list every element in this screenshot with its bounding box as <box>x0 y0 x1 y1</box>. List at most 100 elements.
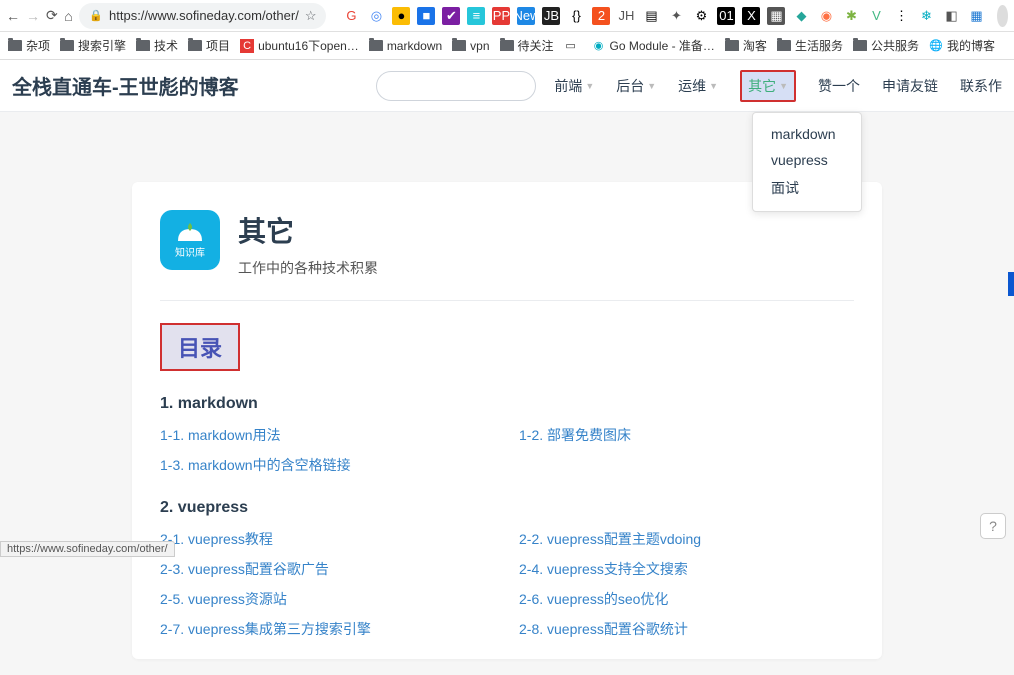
bookmark-item[interactable]: 项目 <box>188 37 230 54</box>
site-icon: C <box>240 39 254 53</box>
folder-icon <box>369 40 383 51</box>
toc-link[interactable]: 2-3. vuepress配置谷歌广告 <box>160 559 495 579</box>
extension-icon[interactable]: ◧ <box>942 7 960 25</box>
bookmark-item[interactable]: vpn <box>452 39 489 53</box>
extension-icon[interactable]: X <box>742 7 760 25</box>
extension-icon[interactable]: ◉ <box>817 7 835 25</box>
help-button[interactable]: ? <box>980 513 1006 539</box>
toc-sections: 1. markdown 1-1. markdown用法 1-2. 部署免费图床 1-3… <box>160 395 854 639</box>
toc-link[interactable]: 2-1. vuepress教程 <box>160 529 495 549</box>
extension-icon[interactable]: ◆ <box>792 7 810 25</box>
nav-link[interactable]: 赞一个 <box>818 62 860 110</box>
extension-icon[interactable]: ▦ <box>967 7 985 25</box>
chevron-down-icon: ▼ <box>585 81 594 91</box>
bookmark-item[interactable]: 搜索引擎 <box>60 37 126 54</box>
toc-link[interactable]: 2-5. vuepress资源站 <box>160 589 495 609</box>
bookmark-label: 技术 <box>154 37 178 54</box>
doc-icon: ▭ <box>564 39 578 53</box>
bookmark-item[interactable]: 公共服务 <box>853 37 919 54</box>
toc-link[interactable]: 2-6. vuepress的seo优化 <box>519 589 854 609</box>
extension-icon[interactable]: {} <box>567 7 585 25</box>
reload-button[interactable]: ⟳ <box>46 6 58 26</box>
bookmark-item[interactable]: 技术 <box>136 37 178 54</box>
nav-dropdown: markdownvuepress面试 <box>752 112 862 212</box>
bookmark-label: 待关注 <box>518 37 554 54</box>
extension-icon[interactable]: 01 <box>717 7 735 25</box>
nav-link[interactable]: 其它▼ <box>740 70 796 102</box>
toc-link[interactable]: 1-1. markdown用法 <box>160 425 495 445</box>
folder-icon <box>188 40 202 51</box>
bookmark-label: markdown <box>387 39 442 53</box>
link-grid: 1-1. markdown用法 1-2. 部署免费图床 1-3. markdown中… <box>160 425 854 475</box>
bookmark-label: 搜索引擎 <box>78 37 126 54</box>
extension-icon[interactable]: ≡ <box>467 7 485 25</box>
bookmark-item[interactable]: markdown <box>369 39 442 53</box>
bookmarks-bar: 杂项 搜索引擎 技术 项目 Cubuntu16下open… markdown vpn 待关注 ▭… <box>0 32 1014 60</box>
home-button[interactable]: ⌂ <box>64 6 74 26</box>
extension-icon[interactable]: ◎ <box>367 7 385 25</box>
bookmark-item[interactable]: 淘客 <box>725 37 767 54</box>
bookmark-label: 项目 <box>206 37 230 54</box>
nav-link[interactable]: 运维▼ <box>678 62 718 110</box>
bookmark-item[interactable]: 待关注 <box>500 37 554 54</box>
bookmark-item[interactable]: Cubuntu16下open… <box>240 37 359 54</box>
extension-icon[interactable]: ❄ <box>917 7 935 25</box>
nav-link[interactable]: 前端▼ <box>554 62 594 110</box>
extension-icon[interactable]: ✦ <box>667 7 685 25</box>
extension-icon[interactable]: New <box>517 7 535 25</box>
site-title[interactable]: 全栈直通车-王世彪的博客 <box>12 71 239 100</box>
nav-link-label: 其它 <box>748 76 776 96</box>
extension-icon[interactable]: ✔ <box>442 7 460 25</box>
bookmark-star-icon[interactable]: ☆ <box>305 8 317 24</box>
nav-link[interactable]: 申请友链 <box>882 62 938 110</box>
forward-button[interactable]: → <box>26 6 40 26</box>
folder-icon <box>500 40 514 51</box>
bookmark-label: 杂项 <box>26 37 50 54</box>
extension-icon[interactable]: ✱ <box>842 7 860 25</box>
extension-icon[interactable]: ■ <box>417 7 435 25</box>
chevron-down-icon: ▼ <box>779 81 788 91</box>
search-input[interactable] <box>376 71 536 101</box>
extension-icon[interactable]: JH <box>617 7 635 25</box>
extension-icon[interactable]: JB <box>542 7 560 25</box>
extension-icon[interactable]: ⚙ <box>692 7 710 25</box>
lock-icon: 🔒 <box>89 9 103 22</box>
toc-link[interactable]: 1-3. markdown中的含空格链接 <box>160 455 495 475</box>
extension-icon[interactable]: 2 <box>592 7 610 25</box>
dropdown-item[interactable]: vuepress <box>753 147 861 173</box>
category-icon: 知识库 <box>160 210 220 270</box>
bookmark-item[interactable]: 🌐我的博客 <box>929 37 995 54</box>
site-nav: 全栈直通车-王世彪的博客 前端▼后台▼运维▼其它▼赞一个申请友链联系作 mark… <box>0 60 1014 112</box>
toc-link[interactable]: 2-4. vuepress支持全文搜索 <box>519 559 854 579</box>
address-bar[interactable]: 🔒 https://www.sofineday.com/other/ ☆ <box>79 3 326 29</box>
site-icon: ◉ <box>592 39 606 53</box>
folder-icon <box>8 40 22 51</box>
extension-icon[interactable]: ▦ <box>767 7 785 25</box>
toc-link[interactable]: 2-8. vuepress配置谷歌统计 <box>519 619 854 639</box>
dropdown-item[interactable]: 面试 <box>753 173 861 203</box>
dropdown-item[interactable]: markdown <box>753 121 861 147</box>
profile-avatar[interactable] <box>997 5 1008 27</box>
bookmark-item[interactable]: 生活服务 <box>777 37 843 54</box>
bookmark-item[interactable]: ▭ <box>564 39 582 53</box>
nav-link[interactable]: 联系作 <box>960 62 1002 110</box>
chevron-down-icon: ▼ <box>647 81 656 91</box>
bookmark-item[interactable]: 杂项 <box>8 37 50 54</box>
extension-icon[interactable]: ▤ <box>642 7 660 25</box>
nav-link[interactable]: 后台▼ <box>616 62 656 110</box>
bookmark-item[interactable]: ◉Go Module - 准备… <box>592 37 715 54</box>
toc-link[interactable]: 2-7. vuepress集成第三方搜索引擎 <box>160 619 495 639</box>
nav-link-label: 联系作 <box>960 76 1002 96</box>
bookmark-label: 淘客 <box>743 37 767 54</box>
extension-icon[interactable]: PP <box>492 7 510 25</box>
extension-icon[interactable]: V <box>867 7 885 25</box>
nav-link-label: 运维 <box>678 76 706 96</box>
back-button[interactable]: ← <box>6 6 20 26</box>
section-heading: 1. markdown <box>160 395 854 413</box>
extension-icon[interactable]: ● <box>392 7 410 25</box>
extension-icon[interactable]: ⋮ <box>892 7 910 25</box>
status-bar: https://www.sofineday.com/other/ <box>0 541 175 557</box>
toc-link[interactable]: 2-2. vuepress配置主题vdoing <box>519 529 854 549</box>
extension-icon[interactable]: G <box>342 7 360 25</box>
toc-link[interactable]: 1-2. 部署免费图床 <box>519 425 854 445</box>
